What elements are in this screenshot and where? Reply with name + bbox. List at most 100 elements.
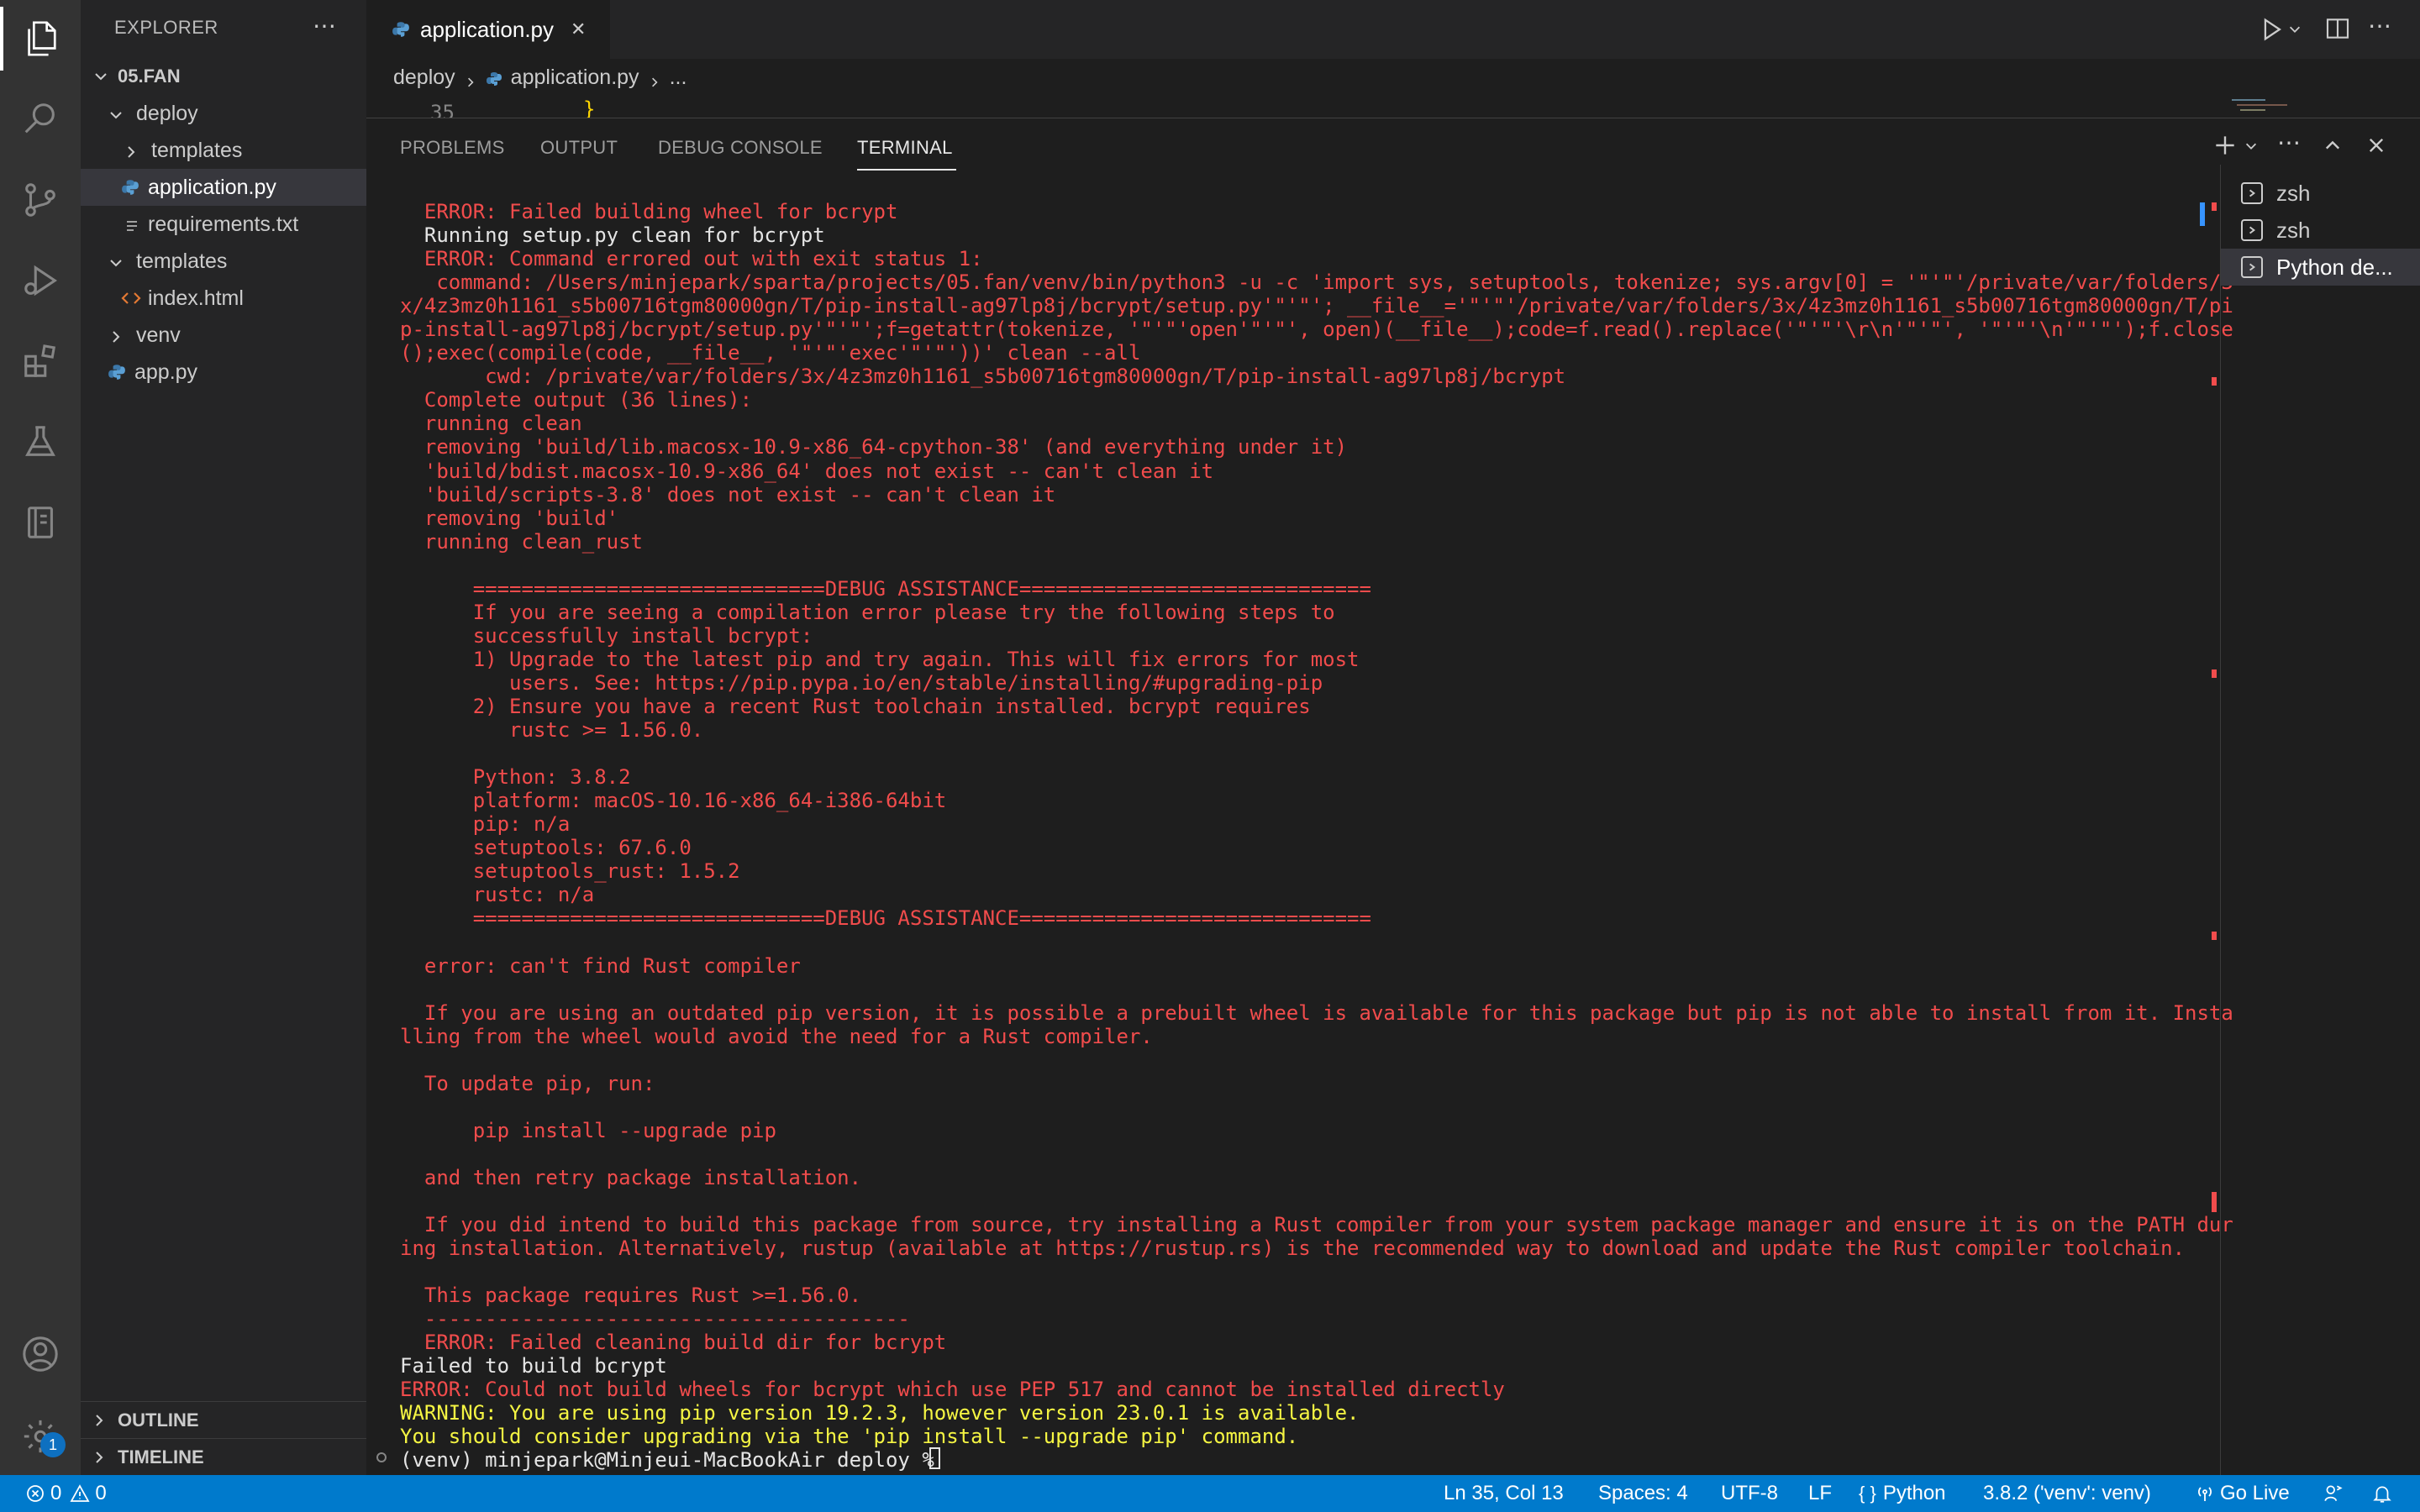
chevron-down-icon xyxy=(108,253,124,270)
testing-icon[interactable] xyxy=(20,422,60,462)
account-icon[interactable] xyxy=(20,1334,60,1374)
terminal-line: error: can't find Rust compiler xyxy=(400,953,801,978)
maximize-panel-chevron-up-icon[interactable] xyxy=(2323,135,2343,155)
more-actions-icon[interactable]: ⋯ xyxy=(313,12,336,39)
minimap[interactable] xyxy=(2232,96,2324,118)
timeline-section[interactable]: TIMELINE xyxy=(81,1438,366,1475)
tree-item-label: application.py xyxy=(148,175,276,199)
end-of-line[interactable]: LF xyxy=(1808,1475,1832,1512)
editor-more-actions-icon[interactable]: ⋯ xyxy=(2368,12,2391,39)
activity-bar: 1 xyxy=(0,0,81,1475)
terminal-icon xyxy=(2241,219,2263,241)
broadcast-icon xyxy=(2195,1483,2215,1504)
terminal-icon xyxy=(2241,256,2263,278)
terminal-line: ();exec(compile(code, __file__, '"'"'exe… xyxy=(400,341,1141,365)
go-live-label: Go Live xyxy=(2220,1482,2290,1504)
encoding[interactable]: UTF-8 xyxy=(1721,1475,1778,1512)
terminal-line: 2) Ensure you have a recent Rust toolcha… xyxy=(400,694,1311,718)
split-editor-icon[interactable] xyxy=(2324,15,2351,42)
language-mode[interactable]: { } Python xyxy=(1859,1475,1946,1512)
tree-item-deploy[interactable]: deploy xyxy=(81,95,366,132)
notifications-bell-icon[interactable] xyxy=(2371,1475,2393,1512)
terminal-list-item[interactable]: Python de... xyxy=(2221,249,2420,286)
tree-item-label: templates xyxy=(136,249,228,273)
settings-badge: 1 xyxy=(40,1432,66,1457)
tab-terminal[interactable]: TERMINAL xyxy=(857,137,953,159)
terminal-line: You should consider upgrading via the 'p… xyxy=(400,1425,1299,1449)
tree-item-app-py[interactable]: app.py xyxy=(81,354,366,391)
run-python-icon[interactable] xyxy=(2257,15,2286,44)
breadcrumb-symbol[interactable]: ... xyxy=(670,66,687,90)
tree-item-venv[interactable]: venv xyxy=(81,317,366,354)
terminal-list-label: Python de... xyxy=(2276,254,2393,280)
tree-item-application-py[interactable]: application.py xyxy=(81,169,366,206)
breadcrumb-file[interactable]: application.py xyxy=(511,66,639,90)
tab-debug-console[interactable]: DEBUG CONSOLE xyxy=(658,137,823,159)
text-file-icon xyxy=(124,216,139,233)
go-live-button[interactable]: Go Live xyxy=(2195,1475,2290,1512)
cursor-position[interactable]: Ln 35, Col 13 xyxy=(1444,1475,1564,1512)
terminal-line: (venv) minjepark@Minjeui-MacBookAir depl… xyxy=(400,1448,947,1473)
source-control-icon[interactable] xyxy=(20,180,60,220)
run-debug-icon[interactable] xyxy=(20,260,60,301)
terminal-list-item[interactable]: zsh xyxy=(2221,212,2420,249)
terminal-list-item[interactable]: zsh xyxy=(2221,175,2420,212)
notebook-icon[interactable] xyxy=(20,502,60,543)
chevron-right-icon xyxy=(648,71,661,87)
terminal-line: command: /Users/minjepark/sparta/project… xyxy=(400,270,2233,295)
run-options-chevron-icon[interactable] xyxy=(2287,22,2302,37)
active-tab-underline xyxy=(857,169,956,171)
terminal-line: 'build/bdist.macosx-10.9-x86_64' does no… xyxy=(400,459,1214,483)
tab-problems[interactable]: PROBLEMS xyxy=(400,137,505,159)
terminal-line: =============================DEBUG ASSIS… xyxy=(400,906,1371,931)
python-interpreter[interactable]: 3.8.2 ('venv': venv) xyxy=(1983,1475,2151,1512)
python-file-icon xyxy=(392,20,410,39)
tree-item-index-html[interactable]: index.html xyxy=(81,280,366,317)
scroll-marker xyxy=(2212,202,2217,211)
terminal-line: ERROR: Could not build wheels for bcrypt… xyxy=(400,1378,1505,1402)
terminal-line: ing installation. Alternatively, rustup … xyxy=(400,1236,2186,1261)
tree-item-templates[interactable]: templates xyxy=(81,132,366,169)
panel-more-actions-icon[interactable]: ⋯ xyxy=(2277,129,2301,156)
tab-application-py[interactable]: application.py ✕ xyxy=(366,0,610,59)
tab-output[interactable]: OUTPUT xyxy=(540,137,618,159)
breadcrumb: deploy application.py ... xyxy=(366,59,2420,96)
indentation[interactable]: Spaces: 4 xyxy=(1598,1475,1688,1512)
terminal-line: ---------------------------------------- xyxy=(400,1307,910,1331)
breadcrumb-deploy[interactable]: deploy xyxy=(393,66,455,90)
terminal-line: =============================DEBUG ASSIS… xyxy=(400,576,1371,601)
search-icon[interactable] xyxy=(20,99,60,139)
scroll-marker xyxy=(2212,1192,2217,1212)
status-bar: 0 0 Ln 35, Col 13 Spaces: 4 UTF-8 LF { }… xyxy=(0,1475,2420,1512)
terminal-line: ERROR: Failed cleaning build dir for bcr… xyxy=(400,1331,947,1355)
tree-item-label: index.html xyxy=(148,286,244,310)
tree-item-requirements-txt[interactable]: requirements.txt xyxy=(81,206,366,243)
chevron-right-icon xyxy=(91,1412,108,1429)
terminal-line: platform: macOS-10.16-x86_64-i386-64bit xyxy=(400,789,947,813)
terminal-list: zsh zsh Python de... xyxy=(2220,165,2420,1475)
extensions-icon[interactable] xyxy=(20,341,60,381)
problems-status[interactable]: 0 0 xyxy=(25,1475,107,1512)
new-terminal-plus-icon[interactable] xyxy=(2212,132,2238,159)
terminal-line: pip: n/a xyxy=(400,812,571,837)
tree-item-label: templates xyxy=(151,138,243,162)
tree-item-templates-root[interactable]: templates xyxy=(81,243,366,280)
close-tab-icon[interactable]: ✕ xyxy=(571,18,586,40)
outline-label: OUTLINE xyxy=(118,1409,199,1431)
terminal-line: setuptools_rust: 1.5.2 xyxy=(400,859,740,884)
terminal-icon xyxy=(2241,182,2263,204)
terminal-profile-chevron-icon[interactable] xyxy=(2244,139,2259,154)
feedback-icon[interactable] xyxy=(2323,1475,2344,1512)
close-panel-icon[interactable] xyxy=(2366,135,2386,155)
explorer-icon[interactable] xyxy=(20,18,60,59)
terminal-output[interactable]: ERROR: Failed building wheel for bcrypt … xyxy=(400,200,2233,1473)
workspace-root-label: 05.FAN xyxy=(118,66,181,87)
terminal-line: This package requires Rust >=1.56.0. xyxy=(400,1284,862,1308)
workspace-root[interactable]: 05.FAN xyxy=(81,58,366,95)
terminal-line: running clean_rust xyxy=(400,529,643,554)
outline-section[interactable]: OUTLINE xyxy=(81,1401,366,1438)
